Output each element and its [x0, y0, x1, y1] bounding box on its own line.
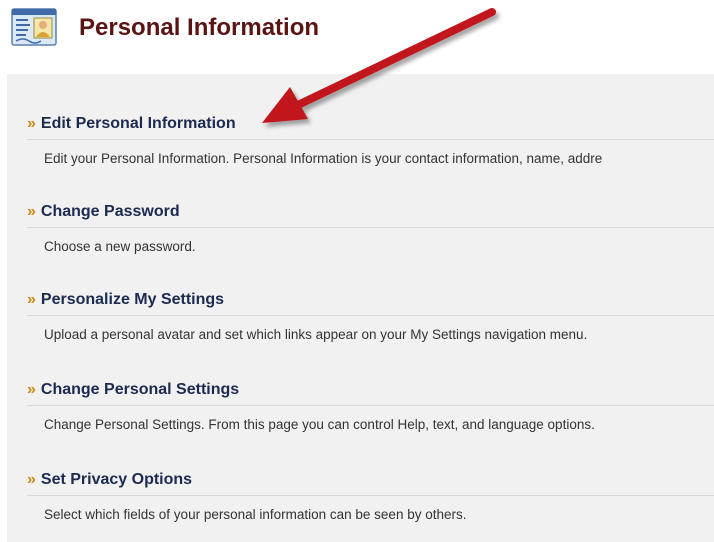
section-description: Select which fields of your personal inf…: [44, 507, 467, 522]
edit-personal-information-link[interactable]: » Edit Personal Information: [27, 114, 236, 134]
divider: [27, 405, 714, 406]
options-panel: » Edit Personal Information Edit your Per…: [7, 74, 714, 542]
chevron-icon: »: [27, 291, 36, 308]
change-personal-settings-link[interactable]: » Change Personal Settings: [27, 380, 239, 400]
personal-info-card-icon: [11, 8, 57, 46]
section-description: Edit your Personal Information. Personal…: [44, 151, 603, 166]
personalize-my-settings-link[interactable]: » Personalize My Settings: [27, 290, 224, 310]
chevron-icon: »: [27, 115, 36, 132]
section-title-label: Personalize My Settings: [40, 291, 225, 308]
section-title-label: Edit Personal Information: [40, 115, 236, 132]
divider: [27, 495, 714, 496]
chevron-icon: »: [27, 381, 36, 398]
section-title-label: Set Privacy Options: [40, 471, 193, 488]
section-description: Change Personal Settings. From this page…: [44, 417, 595, 432]
section-description: Choose a new password.: [44, 239, 196, 254]
chevron-icon: »: [27, 203, 36, 220]
divider: [27, 139, 714, 140]
divider: [27, 315, 714, 316]
page-title: Personal Information: [79, 14, 320, 41]
divider: [27, 227, 714, 228]
set-privacy-options-link[interactable]: » Set Privacy Options: [27, 470, 192, 490]
section-title-label: Change Personal Settings: [40, 381, 240, 398]
page: Personal Information » Edit Personal Info…: [0, 0, 714, 542]
chevron-icon: »: [27, 471, 36, 488]
change-password-link[interactable]: » Change Password: [27, 202, 180, 222]
section-title-label: Change Password: [40, 203, 180, 220]
page-header: Personal Information: [0, 0, 714, 64]
section-description: Upload a personal avatar and set which l…: [44, 327, 588, 342]
